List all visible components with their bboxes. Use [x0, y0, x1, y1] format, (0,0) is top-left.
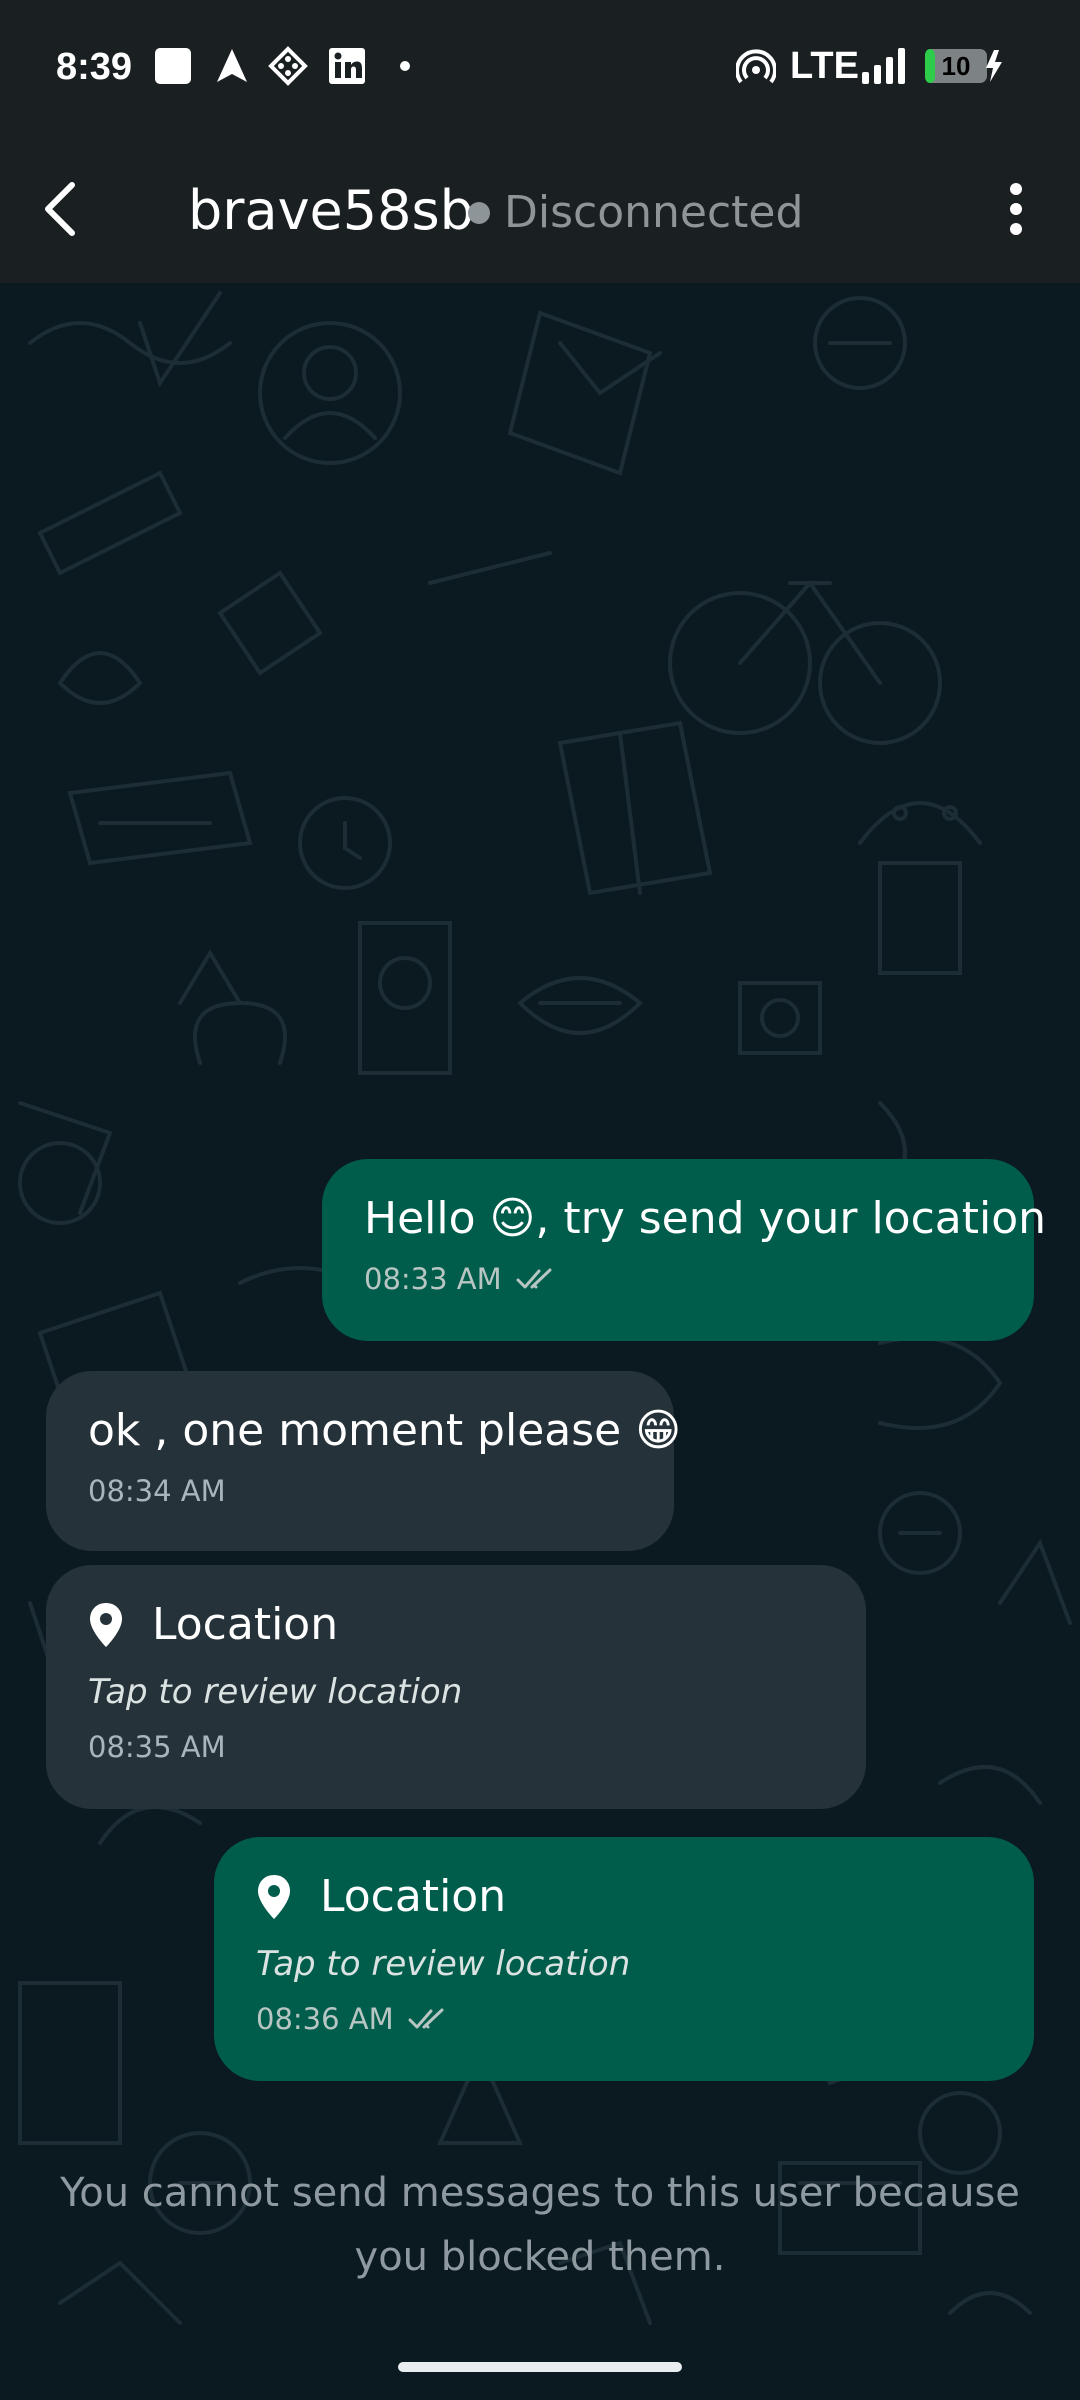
back-button[interactable] — [30, 177, 90, 241]
status-time: 8:39 — [56, 46, 133, 88]
message-time: 08:35 AM — [88, 1730, 226, 1764]
message-time: 08:33 AM — [364, 1262, 502, 1296]
dot-icon — [398, 46, 412, 86]
app-square-icon — [154, 46, 192, 86]
doodle-wallpaper — [18, 291, 1072, 2325]
message-bubble-outgoing[interactable]: Hello 😊, try send your location 08:33 AM — [322, 1159, 1047, 1341]
chat-area[interactable]: Hello 😊, try send your location 08:33 AM… — [0, 283, 1080, 2400]
presence-text: Disconnected — [504, 187, 804, 238]
location-message-outgoing[interactable]: Location Tap to review location 08:36 AM — [214, 1837, 1034, 2081]
back-arrow-icon — [45, 182, 75, 236]
grin-emoji: 😁 — [635, 1405, 682, 1456]
location-subtitle: Tap to review location — [256, 1944, 631, 1984]
home-indicator[interactable] — [398, 2362, 682, 2372]
more-vert-icon — [1010, 183, 1022, 235]
location-message-incoming[interactable]: Location Tap to review location 08:35 AM — [46, 1565, 866, 1809]
signal-icon — [862, 46, 906, 86]
message-bubble-incoming[interactable]: ok , one moment please 😁 08:34 AM — [46, 1371, 682, 1551]
network-type: LTE — [790, 44, 859, 87]
battery-level: 10 — [942, 51, 971, 81]
navigation-arrow-icon — [214, 46, 250, 86]
status-bar: 8:39 LTE 10 — [0, 0, 1080, 135]
message-time: 08:36 AM — [256, 2002, 394, 2036]
presence-status: Disconnected — [468, 187, 803, 238]
chat-header: brave58sb Disconnected — [0, 135, 1080, 283]
contact-name[interactable]: brave58sb — [188, 179, 474, 242]
message-text: Hello 😊, try send your location — [364, 1193, 1047, 1244]
presence-dot — [468, 201, 490, 224]
smile-emoji: 😊 — [489, 1193, 536, 1244]
message-text: ok , one moment please 😁 — [88, 1405, 682, 1456]
location-subtitle: Tap to review location — [88, 1672, 463, 1712]
battery-charging-icon: 10 — [924, 46, 1004, 86]
message-time: 08:34 AM — [88, 1474, 226, 1508]
linkedin-icon — [328, 46, 366, 86]
location-title: Location — [320, 1871, 507, 1922]
location-pin-icon — [258, 1874, 290, 1919]
hotspot-icon — [736, 46, 776, 86]
double-check-icon — [408, 2008, 444, 2029]
location-title: Location — [152, 1599, 339, 1650]
more-options-button[interactable] — [990, 177, 1042, 241]
game-icon — [268, 46, 308, 86]
double-check-icon — [516, 1268, 552, 1289]
location-pin-icon — [90, 1602, 122, 1647]
blocked-notice: You cannot send messages to this user be… — [60, 2170, 1020, 2280]
